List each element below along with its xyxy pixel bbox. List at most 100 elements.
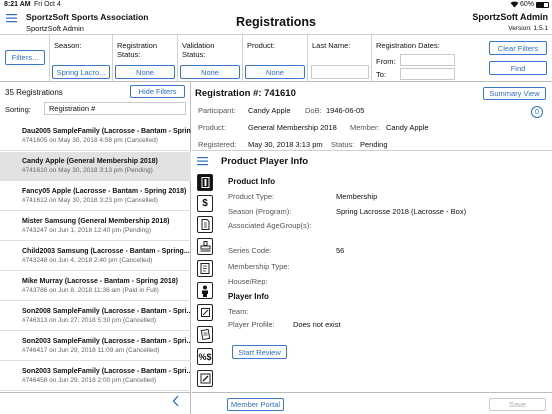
list-item-title: Fancy05 Apple (Lacrosse - Bantam - Sprin… bbox=[22, 188, 187, 195]
section-menu-icon[interactable] bbox=[197, 156, 208, 168]
hide-filters-button[interactable]: Hide Filters bbox=[130, 85, 185, 98]
list-item-subtitle: #746313 on Jun 27, 2018 5:30 pm (Cancell… bbox=[22, 317, 157, 324]
registration-status-label: Registration Status: bbox=[117, 41, 158, 59]
validation-status-label: Validation Status: bbox=[182, 41, 215, 59]
season-program-value: Spring Lacrosse 2018 (Lacrosse - Box) bbox=[336, 207, 467, 216]
list-item-subtitle: #741610 on May 30, 2018 3:13 pm (Pending… bbox=[22, 167, 153, 174]
list-item-subtitle: #746458 on Jun 29, 2018 2:00 pm (Cancell… bbox=[22, 377, 157, 384]
list-item-subtitle: #743247 on Jun 1, 2018 12:40 pm (Pending… bbox=[22, 227, 152, 234]
list-item-title: Son2003 SampleFamily (Lacrosse - Bantam … bbox=[22, 338, 191, 345]
list-item-subtitle: #746417 on Jun 29, 2018 11:09 am (Cancel… bbox=[22, 347, 160, 354]
season-label: Season: bbox=[54, 41, 82, 50]
clear-filters-button[interactable]: Clear Filters bbox=[489, 41, 547, 55]
battery-percent: 60% bbox=[520, 1, 535, 8]
start-review-button[interactable]: Start Review bbox=[232, 345, 287, 359]
save-button[interactable]: Save bbox=[489, 398, 546, 411]
list-item-title: Dau2005 SampleFamily (Lacrosse - Bantam … bbox=[22, 128, 191, 135]
page-title: Registrations bbox=[236, 15, 316, 29]
validation-status-select[interactable]: None bbox=[180, 65, 240, 79]
membership-type-label: Membership Type: bbox=[228, 262, 290, 271]
status-date: Fri Oct 4 bbox=[34, 1, 61, 8]
player-info-heading: Player Info bbox=[228, 292, 269, 301]
to-date-input[interactable] bbox=[400, 68, 455, 80]
list-item-subtitle: #743248 on Jun 4, 2018 2:40 pm (Cancelle… bbox=[22, 257, 153, 264]
person-icon[interactable] bbox=[197, 282, 213, 299]
player-profile-value: Does not exist bbox=[293, 320, 341, 329]
list-item-title: Child2003 Samsung (Lacrosse - Bantam - S… bbox=[22, 248, 190, 255]
list-item[interactable]: Son2003 SampleFamily (Lacrosse - Bantam … bbox=[0, 362, 191, 391]
season-select[interactable]: Spring Lacro... bbox=[52, 65, 110, 79]
list-item[interactable]: Son2003 SampleFamily (Lacrosse - Bantam … bbox=[0, 332, 191, 361]
stamp-icon[interactable] bbox=[197, 238, 213, 255]
list-item-title: Son2003 SampleFamily (Lacrosse - Bantam … bbox=[22, 368, 191, 375]
registrations-list: Dau2005 SampleFamily (Lacrosse - Bantam … bbox=[0, 122, 191, 392]
registration-status-filter: Registration Status: None bbox=[112, 35, 177, 82]
attachment-icon[interactable] bbox=[197, 304, 213, 321]
list-item-selected[interactable]: Candy Apple (General Membership 2018) #7… bbox=[0, 152, 191, 181]
member-value: Candy Apple bbox=[386, 123, 429, 132]
participant-label: Participant: bbox=[198, 106, 236, 115]
list-item[interactable]: Child2003 Samsung (Lacrosse - Bantam - S… bbox=[0, 242, 191, 271]
notes-icon[interactable] bbox=[197, 326, 213, 343]
to-label: To: bbox=[376, 70, 387, 79]
product-filter: Product: None bbox=[242, 35, 307, 82]
chevron-left-icon[interactable] bbox=[172, 395, 180, 409]
list-item[interactable]: Dau2005 SampleFamily (Lacrosse - Bantam … bbox=[0, 122, 191, 151]
status-bar: 8:21 AM Fri Oct 4 60% bbox=[0, 0, 552, 10]
status-time: 8:21 AM bbox=[4, 1, 31, 8]
divider bbox=[0, 392, 191, 393]
season-filter: Season: Spring Lacro... bbox=[49, 35, 111, 82]
list-item[interactable]: Mister Samsung (General Membership 2018)… bbox=[0, 212, 191, 241]
product-type-value: Membership bbox=[336, 192, 378, 201]
list-item-subtitle: #741605 on May 30, 2018 4:58 pm (Cancell… bbox=[22, 137, 158, 144]
product-label: Product: bbox=[198, 123, 226, 132]
app-header: SportzSoft Sports Association SportzSoft… bbox=[0, 10, 552, 35]
edit-icon[interactable] bbox=[197, 370, 213, 387]
status-label: Status: bbox=[331, 140, 355, 149]
wifi-icon bbox=[510, 0, 519, 10]
registrations-count: 35 Registrations bbox=[5, 88, 63, 97]
filter-actions: Clear Filters Find bbox=[483, 35, 552, 82]
product-info-icon[interactable] bbox=[197, 174, 213, 191]
registration-dates-filter: Registration Dates: From: To: bbox=[371, 35, 483, 82]
age-group-label: Associated AgeGroup(s): bbox=[228, 221, 312, 230]
dollar-icon[interactable]: $ bbox=[197, 195, 213, 212]
product-value: General Membership 2018 bbox=[248, 123, 337, 132]
participant-value: Candy Apple bbox=[248, 106, 291, 115]
product-select[interactable]: None bbox=[245, 65, 305, 79]
list-item[interactable]: Fancy05 Apple (Lacrosse - Bantam - Sprin… bbox=[0, 182, 191, 211]
player-profile-label: Player Profile: bbox=[228, 320, 275, 329]
dob-label: DoB: bbox=[305, 106, 322, 115]
find-button[interactable]: Find bbox=[489, 61, 547, 75]
from-date-input[interactable] bbox=[400, 54, 455, 66]
product-info-heading: Product Info bbox=[228, 177, 276, 186]
fee-adjustment-icon[interactable]: %$ bbox=[197, 348, 213, 365]
registration-status-select[interactable]: None bbox=[115, 65, 175, 79]
section-title: Product Player Info bbox=[221, 156, 309, 167]
season-program-label: Season (Program): bbox=[228, 207, 292, 216]
id-card-icon[interactable] bbox=[197, 260, 213, 277]
list-item-title: Candy Apple (General Membership 2018) bbox=[22, 158, 158, 165]
last-name-input[interactable] bbox=[311, 65, 369, 79]
brand-name: SportzSoft Admin bbox=[472, 12, 548, 22]
list-item-subtitle: #743786 on Jun 8, 2018 11:36 am (Paid in… bbox=[22, 287, 159, 294]
list-item-title: Mister Samsung (General Membership 2018) bbox=[22, 218, 170, 225]
filters-button[interactable]: Filters... bbox=[5, 50, 45, 65]
sorting-label: Sorting: bbox=[5, 105, 31, 114]
list-item[interactable]: Son2008 SampleFamily (Lacrosse - Bantam … bbox=[0, 302, 191, 331]
sorting-select[interactable]: Registration # bbox=[44, 102, 186, 115]
status-value: Pending bbox=[360, 140, 388, 149]
registered-label: Registered: bbox=[198, 140, 237, 149]
last-name-filter: Last Name: bbox=[307, 35, 371, 82]
member-label: Member: bbox=[350, 123, 380, 132]
divider bbox=[192, 150, 552, 151]
battery-icon bbox=[536, 2, 549, 8]
member-portal-button[interactable]: Member Portal bbox=[227, 398, 284, 411]
list-item[interactable]: Mike Murray (Lacrosse - Bantam - Spring … bbox=[0, 272, 191, 301]
notifications-badge[interactable]: 0 bbox=[531, 106, 543, 118]
version-label: Version: 1.5.1 bbox=[508, 25, 548, 32]
document-icon[interactable] bbox=[197, 216, 213, 233]
summary-view-button[interactable]: Summary View bbox=[483, 87, 546, 100]
house-rep-label: House/Rep: bbox=[228, 277, 268, 286]
dob-value: 1946-06-05 bbox=[326, 106, 365, 115]
